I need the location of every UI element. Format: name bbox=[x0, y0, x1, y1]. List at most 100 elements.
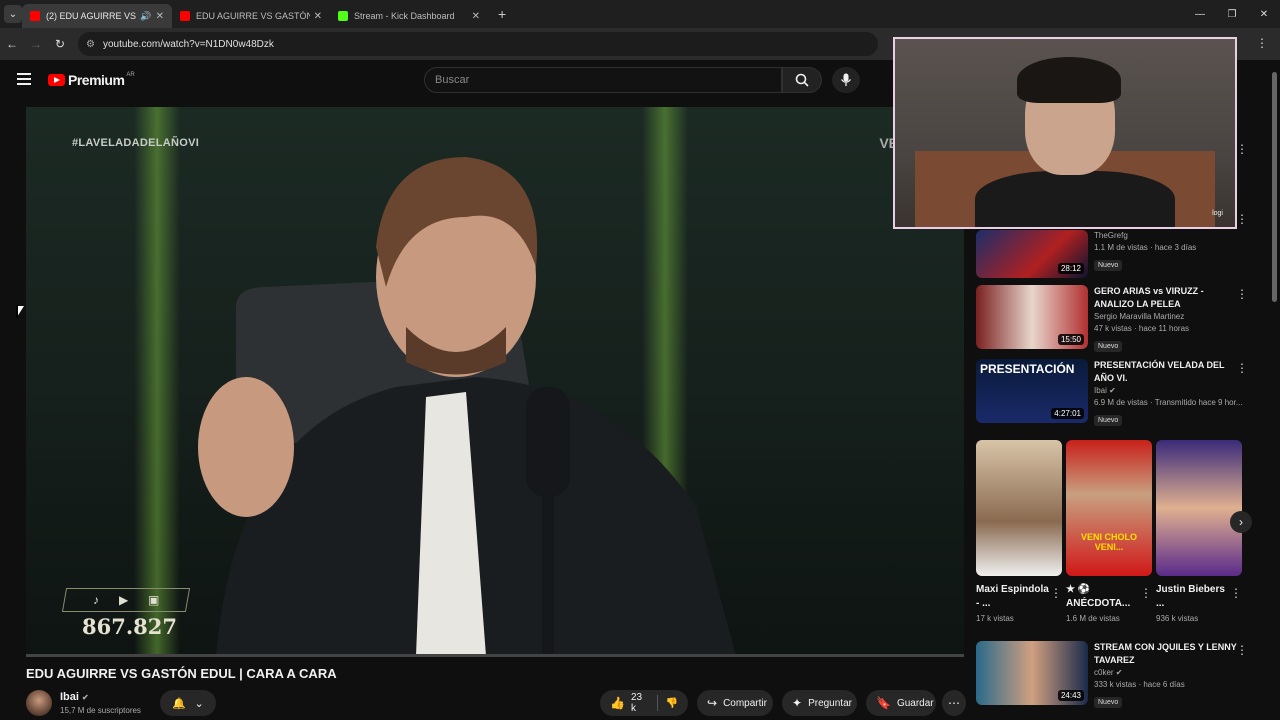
close-window-button[interactable]: ✕ bbox=[1248, 0, 1280, 28]
short-thumbnail[interactable] bbox=[1156, 440, 1242, 576]
channel-name-row[interactable]: Ibai ✔ bbox=[60, 691, 89, 703]
speaker-icon[interactable]: 🔊 bbox=[140, 11, 151, 22]
search-input[interactable]: Buscar bbox=[424, 67, 782, 93]
browser-menu-icon[interactable]: ⋮ bbox=[1256, 36, 1268, 50]
subscriber-count: 15,7 M de suscriptores bbox=[60, 706, 141, 715]
kebab-icon[interactable]: ⋮ bbox=[1236, 142, 1248, 156]
new-badge: Nuevo bbox=[1094, 260, 1123, 271]
tab-title: Stream - Kick Dashboard bbox=[354, 11, 455, 21]
dislike-icon[interactable]: 👎 bbox=[666, 698, 678, 709]
video-player[interactable]: #LAVELADADELAÑOVI VE ♪ ▶ ▣ 867.827 bbox=[26, 107, 964, 656]
subscription-bell-button[interactable]: 🔔 ⌄ bbox=[160, 690, 216, 716]
browser-tab-3[interactable]: Stream - Kick Dashboard ✕ bbox=[330, 4, 488, 28]
video-thumbnail[interactable]: 28:12 bbox=[976, 230, 1088, 278]
video-title: GERO ARIAS vs VIRUZZ - ANALIZO LA PELEA bbox=[1094, 286, 1204, 309]
next-shorts-button[interactable]: › bbox=[1230, 511, 1252, 533]
url-field[interactable]: ⚙ youtube.com/watch?v=N1DN0w48Dzk bbox=[78, 32, 878, 56]
like-count[interactable]: 23 k bbox=[631, 692, 649, 714]
video-thumbnail[interactable]: 24:43 bbox=[976, 641, 1088, 705]
page-scrollbar[interactable] bbox=[1270, 62, 1278, 720]
stage-light-beam bbox=[134, 107, 180, 656]
channel-name: TheGrefg bbox=[1094, 231, 1128, 240]
browser-tab-bar: ⌄ (2) EDU AGUIRRE VS GASTÓN 🔊 ✕ EDU AGUI… bbox=[0, 0, 1280, 28]
webcam-person-hair bbox=[1017, 57, 1121, 103]
close-tab-icon[interactable]: ✕ bbox=[156, 11, 164, 22]
webcam-brand-label: logi bbox=[1212, 210, 1223, 217]
kick-favicon-icon bbox=[338, 11, 348, 21]
browser-tab-1[interactable]: (2) EDU AGUIRRE VS GASTÓN 🔊 ✕ bbox=[22, 4, 172, 28]
restore-button[interactable]: ❐ bbox=[1216, 0, 1248, 28]
browser-tab-2[interactable]: EDU AGUIRRE VS GASTÓN EDUL ✕ bbox=[172, 4, 330, 28]
share-label: Compartir bbox=[723, 697, 767, 709]
channel-avatar[interactable] bbox=[26, 690, 52, 716]
url-text: youtube.com/watch?v=N1DN0w48Dzk bbox=[102, 38, 274, 50]
kebab-icon[interactable]: ⋮ bbox=[1230, 586, 1242, 600]
tab-title: (2) EDU AGUIRRE VS GASTÓN bbox=[46, 11, 137, 21]
brand-label: Premium bbox=[68, 72, 125, 88]
video-title: STREAM CON JQUILES Y LENNY TAVAREZ bbox=[1094, 642, 1237, 665]
video-meta: 333 k vistas · hace 6 días bbox=[1094, 680, 1185, 689]
ask-button[interactable]: ✦ Preguntar bbox=[782, 690, 857, 716]
video-thumbnail[interactable]: 15:50 bbox=[976, 285, 1088, 349]
close-tab-icon[interactable]: ✕ bbox=[472, 11, 480, 22]
new-badge: Nuevo bbox=[1094, 697, 1123, 708]
divider bbox=[656, 695, 658, 711]
short-thumbnail[interactable]: VENI CHOLO VENI... bbox=[1066, 440, 1152, 576]
short-video[interactable]: Justin Biebers ... 936 k vistas ⋮ bbox=[1156, 440, 1244, 623]
short-video[interactable]: Maxi Espindola - ... 17 k vistas ⋮ bbox=[976, 440, 1064, 623]
bell-icon: 🔔 bbox=[172, 697, 186, 710]
like-icon[interactable]: 👍 bbox=[610, 696, 625, 710]
search-button[interactable] bbox=[782, 67, 822, 93]
country-code: AR bbox=[126, 72, 135, 78]
forward-arrow-icon[interactable]: → bbox=[24, 37, 48, 51]
ask-label: Preguntar bbox=[808, 697, 852, 709]
video-progress-bar[interactable] bbox=[26, 654, 964, 657]
back-arrow-icon[interactable]: ← bbox=[0, 37, 24, 51]
video-meta: 47 k vistas · hace 11 horas bbox=[1094, 324, 1190, 333]
short-title: ★ ⚽ ANÉCDOTA... bbox=[1066, 584, 1131, 609]
related-video[interactable]: PRESENTACIÓN 4:27:01 PRESENTACIÓN VELADA… bbox=[976, 359, 1266, 427]
tab-search-button[interactable]: ⌄ bbox=[4, 5, 22, 23]
save-button[interactable]: 🔖 Guardar bbox=[866, 690, 936, 716]
menu-icon[interactable] bbox=[17, 73, 31, 85]
tiktok-icon: ♪ bbox=[92, 593, 99, 607]
related-video-info: STREAM CON JQUILES Y LENNY TAVAREZ c0ker… bbox=[1094, 641, 1244, 709]
site-info-icon[interactable]: ⚙ bbox=[86, 39, 95, 50]
video-meta: 6.9 M de vistas · Transmitido hace 9 hor… bbox=[1094, 398, 1243, 407]
reload-icon[interactable]: ↻ bbox=[48, 37, 72, 51]
new-tab-button[interactable]: + bbox=[498, 6, 506, 22]
new-badge: Nuevo bbox=[1094, 415, 1123, 426]
kebab-icon[interactable]: ⋮ bbox=[1236, 212, 1248, 226]
sparkle-icon: ✦ bbox=[792, 696, 803, 710]
related-video-info: GERO ARIAS vs VIRUZZ - ANALIZO LA PELEA … bbox=[1094, 285, 1244, 353]
close-tab-icon[interactable]: ✕ bbox=[314, 11, 322, 22]
video-thumbnail[interactable]: PRESENTACIÓN 4:27:01 bbox=[976, 359, 1088, 423]
minimize-button[interactable]: — bbox=[1184, 0, 1216, 28]
short-views: 1.6 M de vistas bbox=[1066, 614, 1120, 623]
related-video[interactable]: 15:50 GERO ARIAS vs VIRUZZ - ANALIZO LA … bbox=[976, 285, 1266, 353]
kebab-icon[interactable]: ⋮ bbox=[1236, 361, 1248, 375]
youtube-logo[interactable]: Premium AR bbox=[48, 72, 135, 88]
kebab-icon[interactable]: ⋮ bbox=[1236, 287, 1248, 301]
related-video[interactable]: 24:43 STREAM CON JQUILES Y LENNY TAVAREZ… bbox=[976, 641, 1266, 709]
kebab-icon[interactable]: ⋮ bbox=[1236, 643, 1248, 657]
short-title: Maxi Espindola - ... bbox=[976, 584, 1049, 609]
share-button[interactable]: ↪ Compartir bbox=[697, 690, 773, 716]
like-dislike-group: 👍 23 k 👎 bbox=[600, 690, 688, 716]
microphone-icon bbox=[840, 73, 852, 86]
short-thumbnail[interactable] bbox=[976, 440, 1062, 576]
voice-search-button[interactable] bbox=[832, 67, 860, 93]
thumbnail-text: PRESENTACIÓN bbox=[980, 362, 1075, 376]
channel-name: c0ker ✔ bbox=[1094, 668, 1123, 677]
scrollbar-thumb[interactable] bbox=[1272, 72, 1277, 302]
kebab-icon[interactable]: ⋮ bbox=[1050, 586, 1062, 600]
kebab-icon[interactable]: ⋮ bbox=[1140, 586, 1152, 600]
video-title: PRESENTACIÓN VELADA DEL AÑO VI. bbox=[1094, 360, 1225, 383]
channel-name[interactable]: Ibai bbox=[60, 691, 79, 703]
thumbnail-text: VENI CHOLO VENI... bbox=[1080, 532, 1137, 552]
social-icons-frame: ♪ ▶ ▣ bbox=[61, 588, 191, 612]
video-title: EDU AGUIRRE VS GASTÓN EDUL | CARA A CARA bbox=[26, 666, 337, 681]
short-video[interactable]: VENI CHOLO VENI... ★ ⚽ ANÉCDOTA... 1.6 M… bbox=[1066, 440, 1154, 623]
more-actions-icon[interactable]: ⋯ bbox=[942, 690, 966, 716]
video-meta: 1.1 M de vistas · hace 3 días bbox=[1094, 243, 1197, 252]
